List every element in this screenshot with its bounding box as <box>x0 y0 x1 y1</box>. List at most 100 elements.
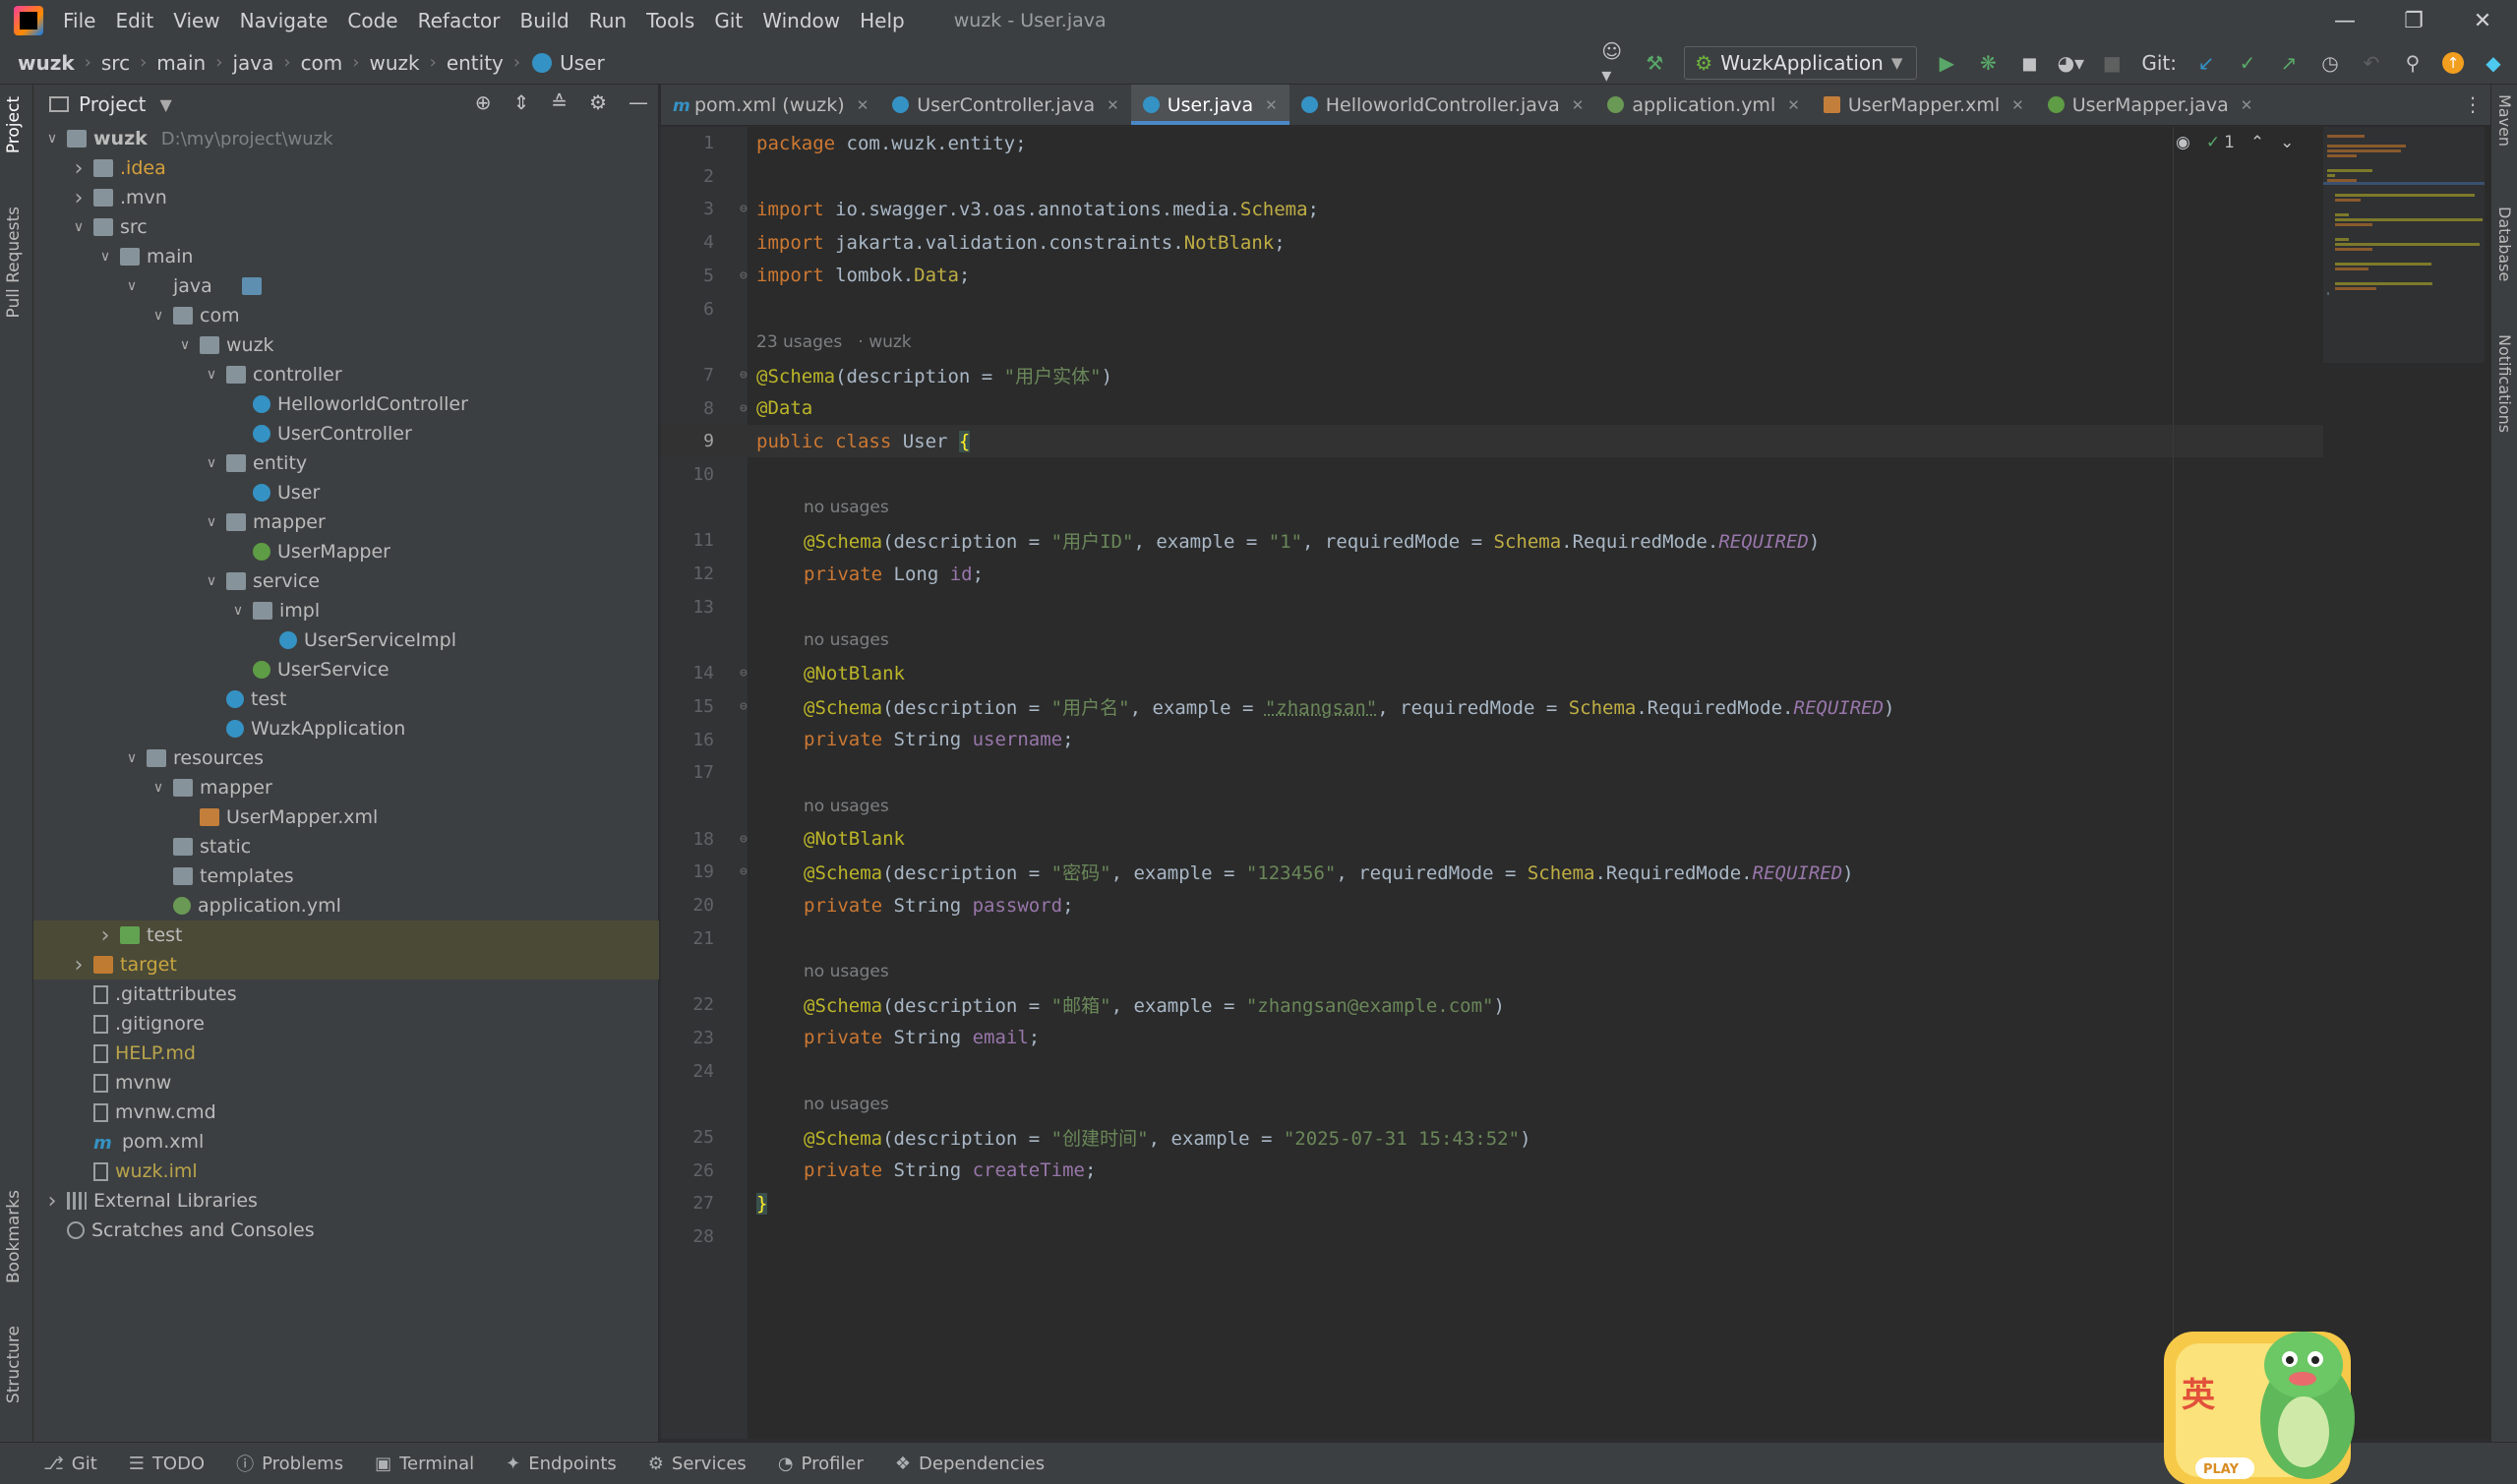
inspection-widget[interactable]: ◉ ✓ 1 ⌃ ⌄ <box>2176 133 2294 152</box>
tab-pom-xml-wuzk[interactable]: m pom.xml (wuzk) ✕ <box>661 85 880 125</box>
tab-usercontroller-java[interactable]: UserController.java ✕ <box>880 85 1130 125</box>
close-icon[interactable]: ✕ <box>1265 96 1278 114</box>
breadcrumb-item-main[interactable]: main <box>156 51 206 75</box>
close-icon[interactable]: ✕ <box>1572 96 1585 114</box>
menu-window[interactable]: Window <box>762 9 840 32</box>
breadcrumb-item-wuzk[interactable]: wuzk <box>18 51 75 75</box>
update-icon[interactable]: ↑ <box>2442 52 2464 74</box>
chevron-right-icon[interactable]: › <box>70 186 88 210</box>
code-line[interactable]: 14 ⊖ @NotBlank <box>661 657 2323 689</box>
usages-hint[interactable]: 23 usages · wuzk <box>756 332 912 352</box>
breadcrumb-item-entity[interactable]: entity <box>447 51 504 75</box>
stripe-tab-maven[interactable]: Maven <box>2495 94 2514 147</box>
chevron-right-icon[interactable]: › <box>96 923 114 948</box>
stripe-tab-project[interactable]: Project <box>4 96 24 153</box>
reader-mode-icon[interactable]: ◉ <box>2176 133 2190 152</box>
breadcrumb-item-user[interactable]: User <box>560 51 605 75</box>
menu-edit[interactable]: Edit <box>115 9 153 32</box>
code-line[interactable]: 13 <box>661 591 2323 623</box>
tree-item-help-md[interactable]: HELP.md <box>33 1039 659 1068</box>
chevron-down-icon[interactable]: ∨ <box>203 455 220 471</box>
stop-icon[interactable]: ■ <box>2100 51 2124 75</box>
fold-marker-icon[interactable]: ⊖ <box>740 864 751 879</box>
tree-item-entity[interactable]: ∨ entity <box>33 448 659 478</box>
project-panel-title[interactable]: Project <box>79 92 146 116</box>
mascot-widget[interactable]: 英 PLAY <box>2160 1310 2374 1484</box>
chevron-right-icon[interactable]: › <box>70 156 88 181</box>
tool-window-terminal[interactable]: ▣ Terminal <box>375 1454 474 1474</box>
tree-item-test[interactable]: test <box>33 684 659 714</box>
code-line[interactable]: 4 import jakarta.validation.constraints.N… <box>661 226 2323 259</box>
tree-item-controller[interactable]: ∨ controller <box>33 360 659 389</box>
tree-item-mvnw[interactable]: mvnw <box>33 1068 659 1098</box>
tree-item-com[interactable]: ∨ com <box>33 301 659 330</box>
code-editor[interactable]: 1 package com.wuzk.entity; 2 3 ⊖ import io.sw… <box>661 127 2490 1439</box>
usages-hint[interactable]: no usages <box>804 1095 889 1114</box>
run-configuration-dropdown[interactable]: ⚙ WuzkApplication ▼ <box>1684 46 1918 80</box>
tree-item-target[interactable]: › target <box>33 950 659 979</box>
code-line[interactable]: 15 ⊖ @Schema(description = "用户名", example … <box>661 690 2323 723</box>
fold-marker-icon[interactable]: ⊖ <box>740 666 751 681</box>
tab-user-java[interactable]: User.java ✕ <box>1130 85 1289 125</box>
search-icon[interactable]: ⚲ <box>2401 51 2425 75</box>
code-line[interactable]: 16 private String username; <box>661 724 2323 756</box>
tree-item-main[interactable]: ∨ main <box>33 242 659 271</box>
code-line[interactable]: 26 private String createTime; <box>661 1155 2323 1187</box>
tree-item-wuzkapplication[interactable]: WuzkApplication <box>33 714 659 743</box>
chevron-down-icon[interactable]: ∨ <box>150 308 167 324</box>
history-icon[interactable]: ◷ <box>2318 51 2342 75</box>
code-line[interactable]: 3 ⊖ import io.swagger.v3.oas.annotations.m… <box>661 193 2323 225</box>
tree-item-test[interactable]: › test <box>33 920 659 950</box>
git-update-icon[interactable]: ↙ <box>2194 51 2218 75</box>
menu-run[interactable]: Run <box>589 9 627 32</box>
fold-marker-icon[interactable]: ⊖ <box>740 368 751 383</box>
close-icon[interactable]: ✕ <box>1107 96 1119 114</box>
run-icon[interactable]: ▶ <box>1935 51 1958 75</box>
tree-item-wuzk[interactable]: ∨ wuzk <box>33 330 659 360</box>
chevron-down-icon[interactable]: ∨ <box>43 131 61 147</box>
code-line[interactable]: 8 ⊖ @Data <box>661 392 2323 425</box>
code-line[interactable]: 23 private String email; <box>661 1022 2323 1054</box>
menu-git[interactable]: Git <box>714 9 743 32</box>
menu-file[interactable]: File <box>63 9 95 32</box>
chevron-down-icon[interactable]: ∨ <box>203 573 220 589</box>
code-line[interactable]: 18 ⊖ @NotBlank <box>661 823 2323 856</box>
tree-item-mvn[interactable]: › .mvn <box>33 183 659 212</box>
rollback-icon[interactable]: ↶ <box>2360 51 2383 75</box>
code-line[interactable]: 9 public class User { <box>661 425 2323 458</box>
chevron-right-icon[interactable]: › <box>70 953 88 978</box>
git-commit-icon[interactable]: ✓ <box>2236 51 2259 75</box>
chevron-down-icon[interactable]: ∨ <box>229 603 247 619</box>
close-icon[interactable]: ✕ <box>2241 96 2253 114</box>
tree-item-application-yml[interactable]: application.yml <box>33 891 659 920</box>
menu-build[interactable]: Build <box>520 9 569 32</box>
tool-window-todo[interactable]: ☰ TODO <box>129 1454 205 1474</box>
close-icon[interactable]: ✕ <box>2011 96 2024 114</box>
chevron-down-icon[interactable]: ∨ <box>150 780 167 796</box>
code-line[interactable]: 6 <box>661 293 2323 326</box>
tree-item-usermapper[interactable]: UserMapper <box>33 537 659 566</box>
tool-window-profiler[interactable]: ◔ Profiler <box>778 1454 864 1474</box>
settings-gear-icon[interactable]: ⚙ <box>589 90 607 114</box>
breadcrumb-item-java[interactable]: java <box>232 51 273 75</box>
coverage-icon[interactable]: ◼ <box>2017 51 2041 75</box>
stripe-tab-bookmarks[interactable]: Bookmarks <box>4 1190 24 1283</box>
stripe-tab-structure[interactable]: Structure <box>4 1326 24 1403</box>
code-line[interactable]: 28 <box>661 1220 2323 1253</box>
expand-all-icon[interactable]: ⇕ <box>513 90 530 114</box>
tool-window-problems[interactable]: ⓘ Problems <box>236 1451 343 1476</box>
tool-window-dependencies[interactable]: ❖ Dependencies <box>895 1454 1045 1474</box>
tree-item-usercontroller[interactable]: UserController <box>33 419 659 448</box>
close-window-button[interactable]: ✕ <box>2448 0 2517 41</box>
tree-item-java[interactable]: ∨ java <box>33 271 659 301</box>
minimize-button[interactable]: — <box>2310 0 2379 41</box>
tool-window-services[interactable]: ⚙ Services <box>648 1454 747 1474</box>
close-icon[interactable]: ✕ <box>1787 96 1800 114</box>
user-icon[interactable]: ☺▾ <box>1601 39 1625 87</box>
tree-item-external-libraries[interactable]: › External Libraries <box>33 1186 659 1216</box>
usages-hint[interactable]: no usages <box>804 630 889 650</box>
code-minimap[interactable] <box>2323 127 2485 363</box>
fold-marker-icon[interactable]: ⊖ <box>740 832 751 847</box>
restore-button[interactable]: ❐ <box>2379 0 2448 41</box>
code-line[interactable]: 25 @Schema(description = "创建时间", example … <box>661 1121 2323 1154</box>
